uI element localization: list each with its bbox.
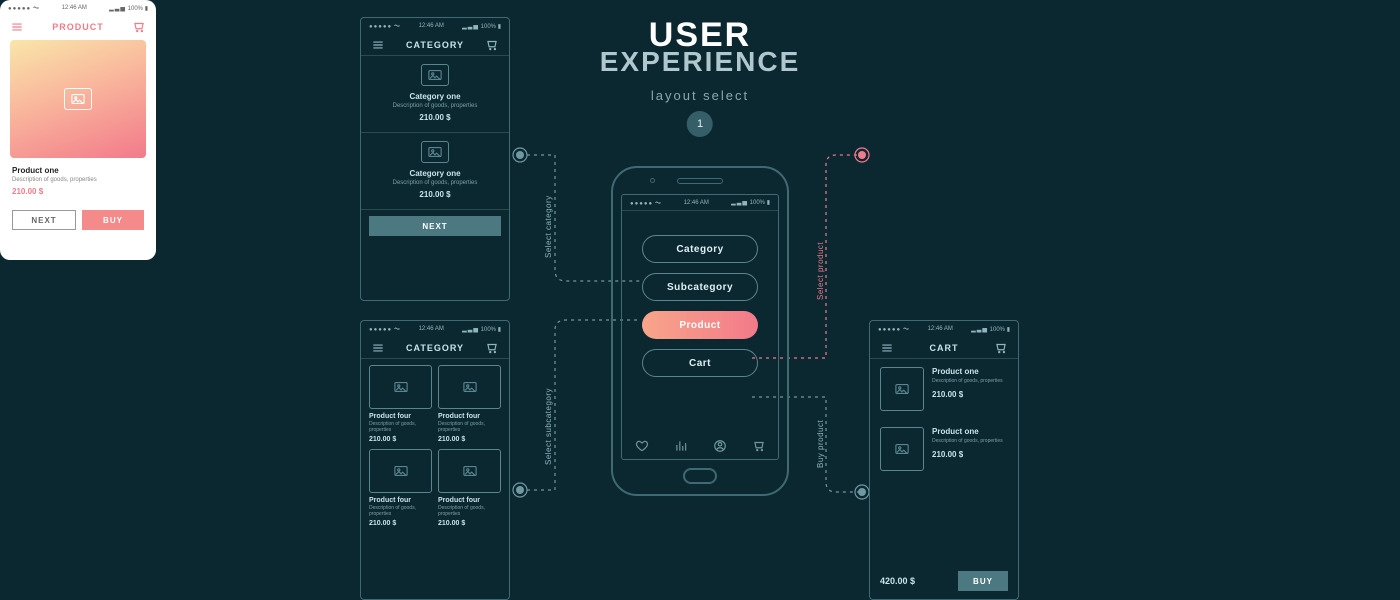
nav-pill-category[interactable]: Category bbox=[642, 235, 758, 263]
status-bar: 12:46 AM 100% bbox=[0, 0, 156, 16]
screen-cart: 12:46 AM 100% CART Product one Descripti… bbox=[869, 320, 1019, 600]
cart-total: 420.00 $ bbox=[880, 576, 915, 586]
product-desc: Description of goods, properties bbox=[12, 177, 144, 183]
category-price: 210.00 $ bbox=[361, 113, 509, 122]
menu-icon[interactable] bbox=[10, 20, 24, 34]
cart-item-price: 210.00 $ bbox=[932, 450, 1003, 459]
buy-button[interactable]: BUY bbox=[958, 571, 1008, 591]
category-desc: Description of goods, properties bbox=[361, 103, 509, 109]
nav-pill-product[interactable]: Product bbox=[642, 311, 758, 339]
product-card[interactable]: Product four Description of goods, prope… bbox=[369, 449, 432, 527]
user-icon[interactable] bbox=[713, 439, 727, 453]
cart-icon[interactable] bbox=[994, 341, 1008, 355]
cart-icon[interactable] bbox=[752, 439, 766, 453]
image-placeholder-icon bbox=[421, 64, 449, 86]
stats-icon[interactable] bbox=[674, 439, 688, 453]
menu-icon[interactable] bbox=[880, 341, 894, 355]
status-time: 12:46 AM bbox=[928, 326, 953, 332]
category-desc: Description of goods, properties bbox=[361, 180, 509, 186]
screen-title: CATEGORY bbox=[406, 40, 464, 50]
cart-item-price: 210.00 $ bbox=[932, 390, 1003, 399]
buy-button[interactable]: BUY bbox=[82, 210, 144, 230]
next-button[interactable]: NEXT bbox=[12, 210, 76, 230]
category-name: Category one bbox=[361, 169, 509, 178]
product-desc: Description of goods, properties bbox=[369, 505, 432, 517]
screen-subcategory: 12:46 AM 100% CATEGORY Product four Desc… bbox=[360, 320, 510, 600]
menu-icon[interactable] bbox=[371, 38, 385, 52]
cart-item[interactable]: Product one Description of goods, proper… bbox=[870, 359, 1018, 419]
category-price: 210.00 $ bbox=[361, 190, 509, 199]
product-desc: Description of goods, properties bbox=[369, 421, 432, 433]
menu-icon[interactable] bbox=[371, 341, 385, 355]
product-price: 210.00 $ bbox=[438, 520, 501, 527]
phone-camera-icon bbox=[650, 178, 655, 183]
screen-title: PRODUCT bbox=[52, 22, 104, 32]
product-name: Product four bbox=[438, 413, 501, 420]
connector-label-subcategory: Select subcategory bbox=[544, 388, 553, 465]
status-bar: 12:46 AM 100% bbox=[361, 321, 509, 337]
product-card[interactable]: Product four Description of goods, prope… bbox=[369, 365, 432, 443]
cart-icon[interactable] bbox=[485, 341, 499, 355]
screen-category: 12:46 AM 100% CATEGORY Category one Desc… bbox=[360, 17, 510, 301]
image-placeholder-icon bbox=[421, 141, 449, 163]
image-placeholder-icon bbox=[880, 427, 924, 471]
next-button[interactable]: NEXT bbox=[369, 216, 501, 236]
status-bar: 12:46 AM 100% bbox=[870, 321, 1018, 337]
title-line2: EXPERIENCE bbox=[600, 49, 801, 74]
product-price: 210.00 $ bbox=[369, 520, 432, 527]
image-placeholder-icon bbox=[438, 365, 501, 409]
image-placeholder-icon bbox=[64, 88, 92, 110]
nav-pill-cart[interactable]: Cart bbox=[642, 349, 758, 377]
product-card[interactable]: Product four Description of goods, prope… bbox=[438, 449, 501, 527]
product-hero-image bbox=[10, 40, 146, 158]
status-time: 12:46 AM bbox=[62, 5, 87, 11]
product-name: Product four bbox=[369, 413, 432, 420]
heart-icon[interactable] bbox=[635, 439, 649, 453]
cart-item-name: Product one bbox=[932, 427, 1003, 436]
connector-label-product: Select product bbox=[816, 242, 825, 300]
product-price: 210.00 $ bbox=[369, 436, 432, 443]
nav-pill-subcategory[interactable]: Subcategory bbox=[642, 273, 758, 301]
home-button[interactable] bbox=[683, 468, 717, 484]
screen-main-menu: 12:46 AM 100% Category Subcategory Produ… bbox=[611, 166, 789, 496]
screen-title: CART bbox=[930, 343, 959, 353]
connector-label-category: Select category bbox=[544, 195, 553, 258]
tab-bar bbox=[622, 439, 778, 453]
category-item[interactable]: Category one Description of goods, prope… bbox=[361, 133, 509, 209]
image-placeholder-icon bbox=[369, 365, 432, 409]
cart-icon[interactable] bbox=[485, 38, 499, 52]
layout-badge: 1 bbox=[687, 111, 713, 137]
cart-item-desc: Description of goods, properties bbox=[932, 438, 1003, 444]
cart-item-name: Product one bbox=[932, 367, 1003, 376]
status-bar: 12:46 AM 100% bbox=[361, 18, 509, 34]
product-desc: Description of goods, properties bbox=[438, 505, 501, 517]
cart-icon[interactable] bbox=[132, 20, 146, 34]
screen-product: 12:46 AM 100% PRODUCT Product one Descri… bbox=[0, 0, 156, 260]
category-item[interactable]: Category one Description of goods, prope… bbox=[361, 56, 509, 132]
subtitle: layout select bbox=[600, 88, 801, 103]
category-name: Category one bbox=[361, 92, 509, 101]
product-card[interactable]: Product four Description of goods, prope… bbox=[438, 365, 501, 443]
product-name: Product four bbox=[438, 497, 501, 504]
product-price: 210.00 $ bbox=[12, 187, 144, 196]
status-time: 12:46 AM bbox=[419, 23, 444, 29]
status-time: 12:46 AM bbox=[419, 326, 444, 332]
product-price: 210.00 $ bbox=[438, 436, 501, 443]
image-placeholder-icon bbox=[369, 449, 432, 493]
screen-title: CATEGORY bbox=[406, 343, 464, 353]
cart-item[interactable]: Product one Description of goods, proper… bbox=[870, 419, 1018, 479]
product-name: Product four bbox=[369, 497, 432, 504]
product-desc: Description of goods, properties bbox=[438, 421, 501, 433]
product-name: Product one bbox=[12, 166, 144, 175]
connector-label-buy: Buy product bbox=[816, 420, 825, 468]
image-placeholder-icon bbox=[438, 449, 501, 493]
status-bar: 12:46 AM 100% bbox=[622, 195, 778, 211]
image-placeholder-icon bbox=[880, 367, 924, 411]
page-heading: USER EXPERIENCE layout select 1 bbox=[600, 20, 801, 137]
cart-item-desc: Description of goods, properties bbox=[932, 378, 1003, 384]
status-time: 12:46 AM bbox=[684, 200, 709, 206]
